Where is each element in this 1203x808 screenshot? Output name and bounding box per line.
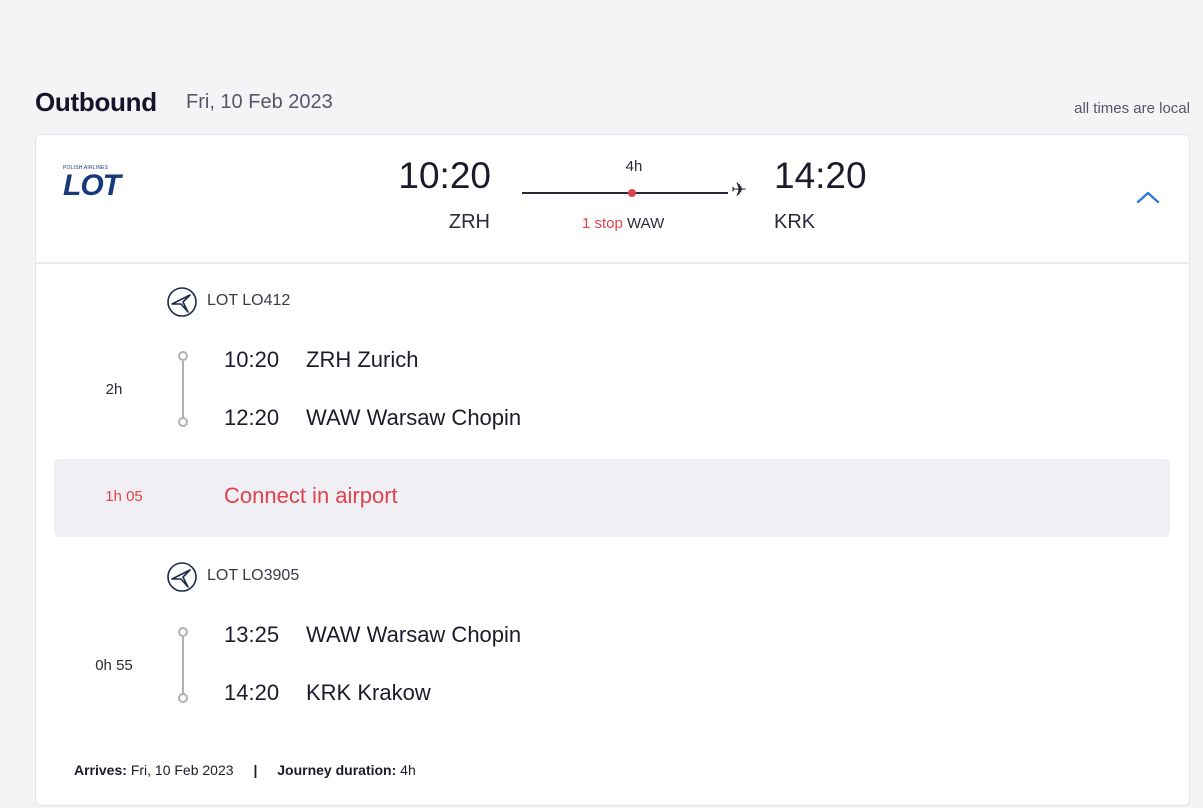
arrives-value: Fri, 10 Feb 2023 bbox=[130, 762, 234, 778]
leg-departure-airport: ZRH Zurich bbox=[306, 347, 419, 372]
footer-separator: | bbox=[253, 762, 258, 778]
total-duration: 4h bbox=[625, 158, 643, 175]
arrives-label: Arrives: bbox=[74, 762, 127, 778]
route-line bbox=[522, 192, 728, 194]
chevron-up-icon[interactable] bbox=[1133, 185, 1163, 209]
arrival-code: KRK bbox=[774, 211, 816, 233]
leg-departure-airport: WAW Warsaw Chopin bbox=[306, 622, 522, 647]
flight-summary[interactable]: POLISH AIRLINES LOT 10:20 ZRH 4h ✈ 1 sto… bbox=[36, 135, 1189, 264]
airline-logo: POLISH AIRLINES LOT bbox=[63, 165, 147, 209]
timeline-start-dot bbox=[178, 627, 188, 637]
leg-duration: 2h bbox=[105, 381, 123, 398]
departure-time: 10:20 bbox=[398, 155, 491, 196]
leg-arrival-time: 14:20 bbox=[224, 680, 280, 705]
connection-banner: 1h 05 Connect in airport bbox=[54, 459, 1170, 537]
airline-crane-icon bbox=[167, 562, 197, 592]
leg-timeline bbox=[175, 351, 195, 431]
leg-departure-time: 13:25 bbox=[224, 622, 280, 647]
connection-duration: 1h 05 bbox=[105, 488, 143, 505]
leg-arrival: 12:20 WAW Warsaw Chopin bbox=[224, 405, 521, 435]
flight-number: LOT LO3905 bbox=[207, 567, 300, 584]
timeline-line bbox=[182, 361, 184, 419]
plane-icon: ✈ bbox=[731, 180, 747, 201]
flight-number: LOT LO412 bbox=[207, 292, 291, 309]
leg-departure: 10:20 ZRH Zurich bbox=[224, 347, 418, 377]
leg-arrival: 14:20 KRK Krakow bbox=[224, 680, 431, 710]
leg-arrival-airport: KRK Krakow bbox=[306, 680, 431, 705]
timeline-end-dot bbox=[178, 693, 188, 703]
timeline-start-dot bbox=[178, 351, 188, 361]
leg-duration: 0h 55 bbox=[95, 657, 133, 674]
flight-card: POLISH AIRLINES LOT 10:20 ZRH 4h ✈ 1 sto… bbox=[35, 134, 1190, 806]
airline-crane-icon bbox=[167, 287, 197, 317]
leg-arrival-airport: WAW Warsaw Chopin bbox=[306, 405, 522, 430]
times-note: all times are local bbox=[1074, 100, 1190, 117]
journey-duration-value: 4h bbox=[400, 762, 416, 778]
stop-airport: WAW bbox=[627, 215, 665, 232]
leg-arrival-time: 12:20 bbox=[224, 405, 280, 430]
outbound-date: Fri, 10 Feb 2023 bbox=[186, 91, 333, 113]
timeline-line bbox=[182, 637, 184, 695]
leg-departure-time: 10:20 bbox=[224, 347, 280, 372]
journey-footer: Arrives: Fri, 10 Feb 2023 | Journey dura… bbox=[74, 762, 416, 778]
connection-label: Connect in airport bbox=[224, 483, 398, 508]
outbound-header: Outbound Fri, 10 Feb 2023 all times are … bbox=[35, 84, 1190, 124]
stops-info: 1 stop WAW bbox=[582, 215, 664, 232]
departure-code: ZRH bbox=[448, 211, 490, 233]
journey-duration-label: Journey duration: bbox=[277, 762, 397, 778]
leg-timeline bbox=[175, 627, 195, 707]
stops-count: 1 stop bbox=[582, 215, 623, 232]
airline-logo-text: LOT bbox=[63, 169, 121, 202]
stop-dot bbox=[628, 189, 636, 197]
page-title: Outbound bbox=[35, 87, 157, 117]
timeline-end-dot bbox=[178, 417, 188, 427]
arrival-time: 14:20 bbox=[774, 155, 867, 196]
leg-departure: 13:25 WAW Warsaw Chopin bbox=[224, 622, 521, 652]
